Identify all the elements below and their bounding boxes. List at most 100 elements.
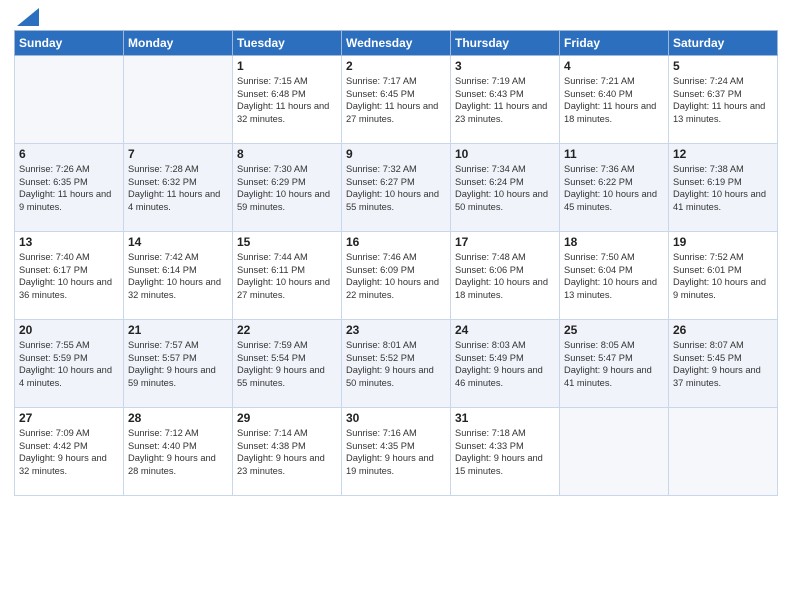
cell-info: Sunrise: 7:32 AM Sunset: 6:27 PM Dayligh… <box>346 163 446 213</box>
day-header-sunday: Sunday <box>15 31 124 56</box>
day-number: 27 <box>19 411 119 425</box>
calendar-cell: 2 Sunrise: 7:17 AM Sunset: 6:45 PM Daylig… <box>342 56 451 144</box>
calendar-cell: 12 Sunrise: 7:38 AM Sunset: 6:19 PM Dayli… <box>669 144 778 232</box>
cell-info: Sunrise: 7:48 AM Sunset: 6:06 PM Dayligh… <box>455 251 555 301</box>
day-number: 2 <box>346 59 446 73</box>
calendar-cell: 19 Sunrise: 7:52 AM Sunset: 6:01 PM Dayli… <box>669 232 778 320</box>
week-row-1: 1 Sunrise: 7:15 AM Sunset: 6:48 PM Daylig… <box>15 56 778 144</box>
day-number: 31 <box>455 411 555 425</box>
logo <box>14 10 39 24</box>
calendar-cell: 17 Sunrise: 7:48 AM Sunset: 6:06 PM Dayli… <box>451 232 560 320</box>
cell-info: Sunrise: 7:44 AM Sunset: 6:11 PM Dayligh… <box>237 251 337 301</box>
day-header-tuesday: Tuesday <box>233 31 342 56</box>
day-number: 12 <box>673 147 773 161</box>
cell-info: Sunrise: 7:17 AM Sunset: 6:45 PM Dayligh… <box>346 75 446 125</box>
calendar-cell: 29Sunrise: 7:14 AM Sunset: 4:38 PM Dayli… <box>233 408 342 496</box>
day-header-saturday: Saturday <box>669 31 778 56</box>
cell-info: Sunrise: 7:52 AM Sunset: 6:01 PM Dayligh… <box>673 251 773 301</box>
day-number: 15 <box>237 235 337 249</box>
week-row-5: 27 Sunrise: 7:09 AM Sunset: 4:42 PM Dayli… <box>15 408 778 496</box>
day-number: 29 <box>237 411 337 425</box>
calendar-cell: 8Sunrise: 7:30 AM Sunset: 6:29 PM Daylig… <box>233 144 342 232</box>
calendar-cell: 24Sunrise: 8:03 AM Sunset: 5:49 PM Dayli… <box>451 320 560 408</box>
calendar-cell: 4 Sunrise: 7:21 AM Sunset: 6:40 PM Daylig… <box>560 56 669 144</box>
header-row: SundayMondayTuesdayWednesdayThursdayFrid… <box>15 31 778 56</box>
cell-info: Sunrise: 7:28 AM Sunset: 6:32 PM Dayligh… <box>128 163 228 213</box>
calendar-cell: 20 Sunrise: 7:55 AM Sunset: 5:59 PM Dayli… <box>15 320 124 408</box>
calendar-cell: 13 Sunrise: 7:40 AM Sunset: 6:17 PM Dayli… <box>15 232 124 320</box>
calendar-cell <box>124 56 233 144</box>
cell-info: Sunrise: 7:40 AM Sunset: 6:17 PM Dayligh… <box>19 251 119 301</box>
cell-info: Sunrise: 7:12 AM Sunset: 4:40 PM Dayligh… <box>128 427 228 477</box>
calendar-cell <box>560 408 669 496</box>
calendar-table: SundayMondayTuesdayWednesdayThursdayFrid… <box>14 30 778 496</box>
day-number: 9 <box>346 147 446 161</box>
week-row-2: 6 Sunrise: 7:26 AM Sunset: 6:35 PM Daylig… <box>15 144 778 232</box>
calendar-cell: 6 Sunrise: 7:26 AM Sunset: 6:35 PM Daylig… <box>15 144 124 232</box>
calendar-cell: 7 Sunrise: 7:28 AM Sunset: 6:32 PM Daylig… <box>124 144 233 232</box>
day-number: 3 <box>455 59 555 73</box>
calendar-cell: 3 Sunrise: 7:19 AM Sunset: 6:43 PM Daylig… <box>451 56 560 144</box>
cell-info: Sunrise: 7:26 AM Sunset: 6:35 PM Dayligh… <box>19 163 119 213</box>
cell-info: Sunrise: 7:46 AM Sunset: 6:09 PM Dayligh… <box>346 251 446 301</box>
cell-info: Sunrise: 7:34 AM Sunset: 6:24 PM Dayligh… <box>455 163 555 213</box>
cell-info: Sunrise: 7:16 AM Sunset: 4:35 PM Dayligh… <box>346 427 446 477</box>
calendar-cell: 21 Sunrise: 7:57 AM Sunset: 5:57 PM Dayli… <box>124 320 233 408</box>
day-number: 17 <box>455 235 555 249</box>
header <box>14 10 778 24</box>
calendar-cell: 27 Sunrise: 7:09 AM Sunset: 4:42 PM Dayli… <box>15 408 124 496</box>
day-number: 20 <box>19 323 119 337</box>
day-number: 18 <box>564 235 664 249</box>
calendar-cell <box>15 56 124 144</box>
cell-info: Sunrise: 7:19 AM Sunset: 6:43 PM Dayligh… <box>455 75 555 125</box>
week-row-3: 13 Sunrise: 7:40 AM Sunset: 6:17 PM Dayli… <box>15 232 778 320</box>
calendar-cell <box>669 408 778 496</box>
day-number: 16 <box>346 235 446 249</box>
day-number: 21 <box>128 323 228 337</box>
cell-info: Sunrise: 7:36 AM Sunset: 6:22 PM Dayligh… <box>564 163 664 213</box>
cell-info: Sunrise: 7:24 AM Sunset: 6:37 PM Dayligh… <box>673 75 773 125</box>
calendar-cell: 16 Sunrise: 7:46 AM Sunset: 6:09 PM Dayli… <box>342 232 451 320</box>
cell-info: Sunrise: 7:38 AM Sunset: 6:19 PM Dayligh… <box>673 163 773 213</box>
calendar-cell: 30 Sunrise: 7:16 AM Sunset: 4:35 PM Dayli… <box>342 408 451 496</box>
day-number: 11 <box>564 147 664 161</box>
cell-info: Sunrise: 7:55 AM Sunset: 5:59 PM Dayligh… <box>19 339 119 389</box>
cell-info: Sunrise: 8:07 AM Sunset: 5:45 PM Dayligh… <box>673 339 773 389</box>
cell-info: Sunrise: 8:05 AM Sunset: 5:47 PM Dayligh… <box>564 339 664 389</box>
calendar-cell: 10 Sunrise: 7:34 AM Sunset: 6:24 PM Dayli… <box>451 144 560 232</box>
day-number: 25 <box>564 323 664 337</box>
cell-info: Sunrise: 7:59 AM Sunset: 5:54 PM Dayligh… <box>237 339 337 389</box>
cell-info: Sunrise: 7:30 AM Sunset: 6:29 PM Dayligh… <box>237 163 337 213</box>
day-header-friday: Friday <box>560 31 669 56</box>
day-number: 13 <box>19 235 119 249</box>
day-number: 1 <box>237 59 337 73</box>
day-number: 28 <box>128 411 228 425</box>
calendar-cell: 15 Sunrise: 7:44 AM Sunset: 6:11 PM Dayli… <box>233 232 342 320</box>
cell-info: Sunrise: 7:09 AM Sunset: 4:42 PM Dayligh… <box>19 427 119 477</box>
day-number: 4 <box>564 59 664 73</box>
day-number: 7 <box>128 147 228 161</box>
logo-icon <box>17 8 39 26</box>
cell-info: Sunrise: 7:57 AM Sunset: 5:57 PM Dayligh… <box>128 339 228 389</box>
cell-info: Sunrise: 8:03 AM Sunset: 5:49 PM Dayligh… <box>455 339 555 389</box>
calendar-cell: 9 Sunrise: 7:32 AM Sunset: 6:27 PM Daylig… <box>342 144 451 232</box>
day-number: 10 <box>455 147 555 161</box>
cell-info: Sunrise: 7:42 AM Sunset: 6:14 PM Dayligh… <box>128 251 228 301</box>
calendar-cell: 11 Sunrise: 7:36 AM Sunset: 6:22 PM Dayli… <box>560 144 669 232</box>
calendar-cell: 18Sunrise: 7:50 AM Sunset: 6:04 PM Dayli… <box>560 232 669 320</box>
calendar-cell: 22 Sunrise: 7:59 AM Sunset: 5:54 PM Dayli… <box>233 320 342 408</box>
day-number: 26 <box>673 323 773 337</box>
day-number: 19 <box>673 235 773 249</box>
day-header-monday: Monday <box>124 31 233 56</box>
day-number: 22 <box>237 323 337 337</box>
calendar-cell: 26 Sunrise: 8:07 AM Sunset: 5:45 PM Dayli… <box>669 320 778 408</box>
cell-info: Sunrise: 7:15 AM Sunset: 6:48 PM Dayligh… <box>237 75 337 125</box>
calendar-cell: 25 Sunrise: 8:05 AM Sunset: 5:47 PM Dayli… <box>560 320 669 408</box>
day-header-wednesday: Wednesday <box>342 31 451 56</box>
day-number: 30 <box>346 411 446 425</box>
calendar-cell: 23Sunrise: 8:01 AM Sunset: 5:52 PM Dayli… <box>342 320 451 408</box>
day-number: 6 <box>19 147 119 161</box>
cell-info: Sunrise: 8:01 AM Sunset: 5:52 PM Dayligh… <box>346 339 446 389</box>
day-number: 14 <box>128 235 228 249</box>
cell-info: Sunrise: 7:21 AM Sunset: 6:40 PM Dayligh… <box>564 75 664 125</box>
